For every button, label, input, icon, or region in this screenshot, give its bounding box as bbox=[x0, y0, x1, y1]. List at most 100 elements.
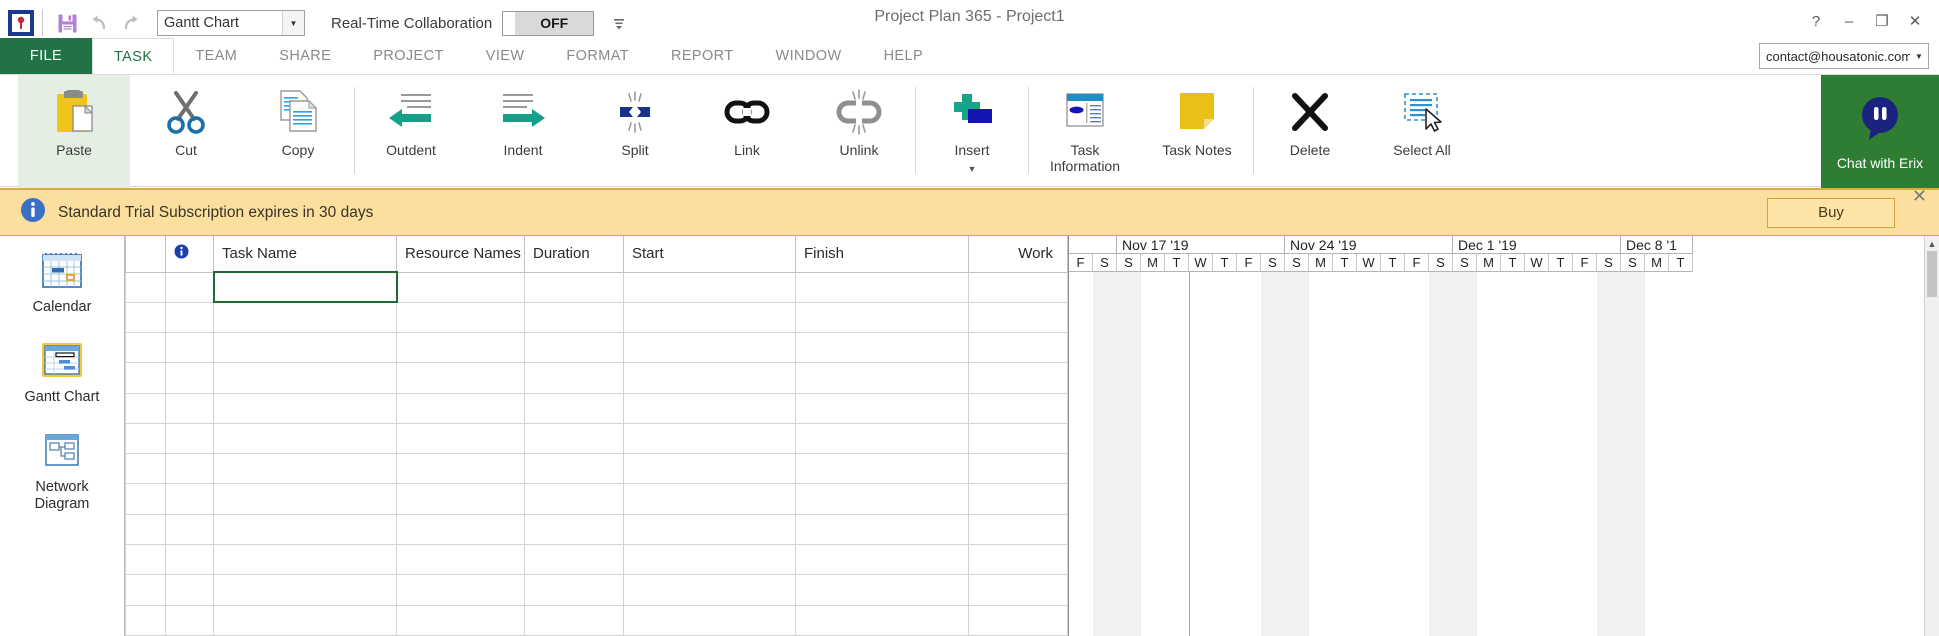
row-header-cell[interactable] bbox=[125, 362, 166, 394]
cell-indicators[interactable] bbox=[165, 301, 214, 334]
gantt-timeline-body[interactable] bbox=[1069, 272, 1939, 636]
column-header-finish[interactable]: Finish bbox=[795, 236, 969, 273]
cell-indicators[interactable] bbox=[165, 513, 214, 546]
cell-start[interactable] bbox=[623, 513, 796, 546]
table-row[interactable] bbox=[125, 513, 1068, 546]
cell-task-name[interactable] bbox=[213, 453, 397, 485]
chat-with-erix-button[interactable]: Chat with Erix bbox=[1821, 75, 1939, 188]
undo-icon[interactable] bbox=[83, 7, 115, 39]
cell-finish[interactable] bbox=[795, 513, 969, 546]
cell-work[interactable] bbox=[968, 544, 1068, 576]
cell-work[interactable] bbox=[968, 574, 1068, 606]
cell-start[interactable] bbox=[623, 574, 796, 606]
cell-work[interactable] bbox=[968, 301, 1068, 334]
cell-duration[interactable] bbox=[524, 544, 624, 576]
account-selector[interactable]: contact@housatonic.com ▼ bbox=[1759, 43, 1929, 69]
realtime-collaboration-toggle[interactable]: OFF bbox=[502, 10, 595, 36]
table-row[interactable] bbox=[125, 483, 1068, 515]
cell-indicators[interactable] bbox=[165, 604, 214, 636]
cell-resource-names[interactable] bbox=[396, 453, 525, 485]
cell-task-name[interactable] bbox=[213, 362, 397, 394]
cell-resource-names[interactable] bbox=[396, 271, 525, 303]
redo-icon[interactable] bbox=[115, 7, 147, 39]
table-row[interactable] bbox=[125, 544, 1068, 576]
view-selector-combobox[interactable]: Gantt Chart ▼ bbox=[157, 10, 305, 36]
table-row[interactable] bbox=[125, 453, 1068, 485]
table-row[interactable] bbox=[125, 422, 1068, 455]
row-header-cell[interactable] bbox=[125, 332, 166, 364]
sidebar-item-calendar[interactable]: Calendar bbox=[4, 244, 120, 320]
cell-finish[interactable] bbox=[795, 392, 969, 424]
close-button[interactable]: ✕ bbox=[1901, 8, 1929, 34]
cell-finish[interactable] bbox=[795, 604, 969, 636]
row-header-cell[interactable] bbox=[125, 271, 166, 303]
column-header-task-name[interactable]: Task Name bbox=[213, 236, 397, 273]
cell-finish[interactable] bbox=[795, 483, 969, 515]
cell-resource-names[interactable] bbox=[396, 301, 525, 334]
cell-work[interactable] bbox=[968, 392, 1068, 424]
row-header-cell[interactable] bbox=[125, 544, 166, 576]
cell-resource-names[interactable] bbox=[396, 544, 525, 576]
split-button[interactable]: Split bbox=[579, 75, 691, 186]
column-header-rownum[interactable] bbox=[125, 236, 166, 273]
cell-resource-names[interactable] bbox=[396, 392, 525, 424]
menu-item-format[interactable]: FORMAT bbox=[545, 38, 650, 74]
select-all-button[interactable]: Select All bbox=[1366, 75, 1478, 186]
cut-button[interactable]: Cut bbox=[130, 75, 242, 186]
cell-start[interactable] bbox=[623, 392, 796, 424]
unlink-button[interactable]: Unlink bbox=[803, 75, 915, 186]
cell-task-name[interactable] bbox=[213, 604, 397, 636]
cell-task-name[interactable] bbox=[213, 332, 397, 364]
indent-button[interactable]: Indent bbox=[467, 75, 579, 186]
cell-indicators[interactable] bbox=[165, 271, 214, 303]
cell-resource-names[interactable] bbox=[396, 362, 525, 394]
task-notes-button[interactable]: Task Notes bbox=[1141, 75, 1253, 186]
cell-task-name[interactable] bbox=[213, 392, 397, 424]
chevron-up-icon[interactable]: ▲ bbox=[1925, 236, 1939, 251]
cell-duration[interactable] bbox=[524, 362, 624, 394]
cell-duration[interactable] bbox=[524, 392, 624, 424]
cell-resource-names[interactable] bbox=[396, 422, 525, 455]
task-information-button[interactable]: Task Information bbox=[1029, 75, 1141, 186]
cell-duration[interactable] bbox=[524, 574, 624, 606]
cell-duration[interactable] bbox=[524, 604, 624, 636]
cell-task-name[interactable] bbox=[213, 483, 397, 515]
sidebar-item-gantt-chart[interactable]: Gantt Chart bbox=[4, 334, 120, 410]
cell-work[interactable] bbox=[968, 453, 1068, 485]
menu-item-share[interactable]: SHARE bbox=[258, 38, 353, 74]
copy-button[interactable]: Copy bbox=[242, 75, 354, 186]
cell-indicators[interactable] bbox=[165, 483, 214, 515]
row-header-cell[interactable] bbox=[125, 604, 166, 636]
table-row[interactable] bbox=[125, 574, 1068, 606]
menu-item-report[interactable]: REPORT bbox=[649, 38, 755, 74]
menu-item-window[interactable]: WINDOW bbox=[754, 38, 863, 74]
cell-duration[interactable] bbox=[524, 422, 624, 455]
cell-resource-names[interactable] bbox=[396, 332, 525, 364]
row-header-cell[interactable] bbox=[125, 453, 166, 485]
cell-work[interactable] bbox=[968, 483, 1068, 515]
cell-start[interactable] bbox=[623, 422, 796, 455]
cell-resource-names[interactable] bbox=[396, 574, 525, 606]
row-header-cell[interactable] bbox=[125, 574, 166, 606]
qat-overflow-icon[interactable] bbox=[608, 11, 630, 35]
cell-start[interactable] bbox=[623, 332, 796, 364]
table-row[interactable] bbox=[125, 270, 1068, 304]
cell-indicators[interactable] bbox=[165, 574, 214, 606]
cell-resource-names[interactable] bbox=[396, 513, 525, 546]
cell-duration[interactable] bbox=[524, 513, 624, 546]
cell-work[interactable] bbox=[968, 604, 1068, 636]
buy-button[interactable]: Buy bbox=[1767, 197, 1895, 228]
delete-button[interactable]: Delete bbox=[1254, 75, 1366, 186]
cell-duration[interactable] bbox=[524, 271, 624, 303]
column-header-resource-names[interactable]: Resource Names bbox=[396, 236, 525, 273]
help-button[interactable]: ? bbox=[1802, 8, 1830, 34]
cell-resource-names[interactable] bbox=[396, 483, 525, 515]
cell-duration[interactable] bbox=[524, 453, 624, 485]
column-header-indicators[interactable] bbox=[165, 236, 214, 273]
cell-duration[interactable] bbox=[524, 301, 624, 334]
table-row[interactable] bbox=[125, 392, 1068, 424]
minimize-button[interactable]: – bbox=[1835, 8, 1863, 34]
row-header-cell[interactable] bbox=[125, 392, 166, 424]
table-row[interactable] bbox=[125, 301, 1068, 334]
column-header-start[interactable]: Start bbox=[623, 236, 796, 273]
